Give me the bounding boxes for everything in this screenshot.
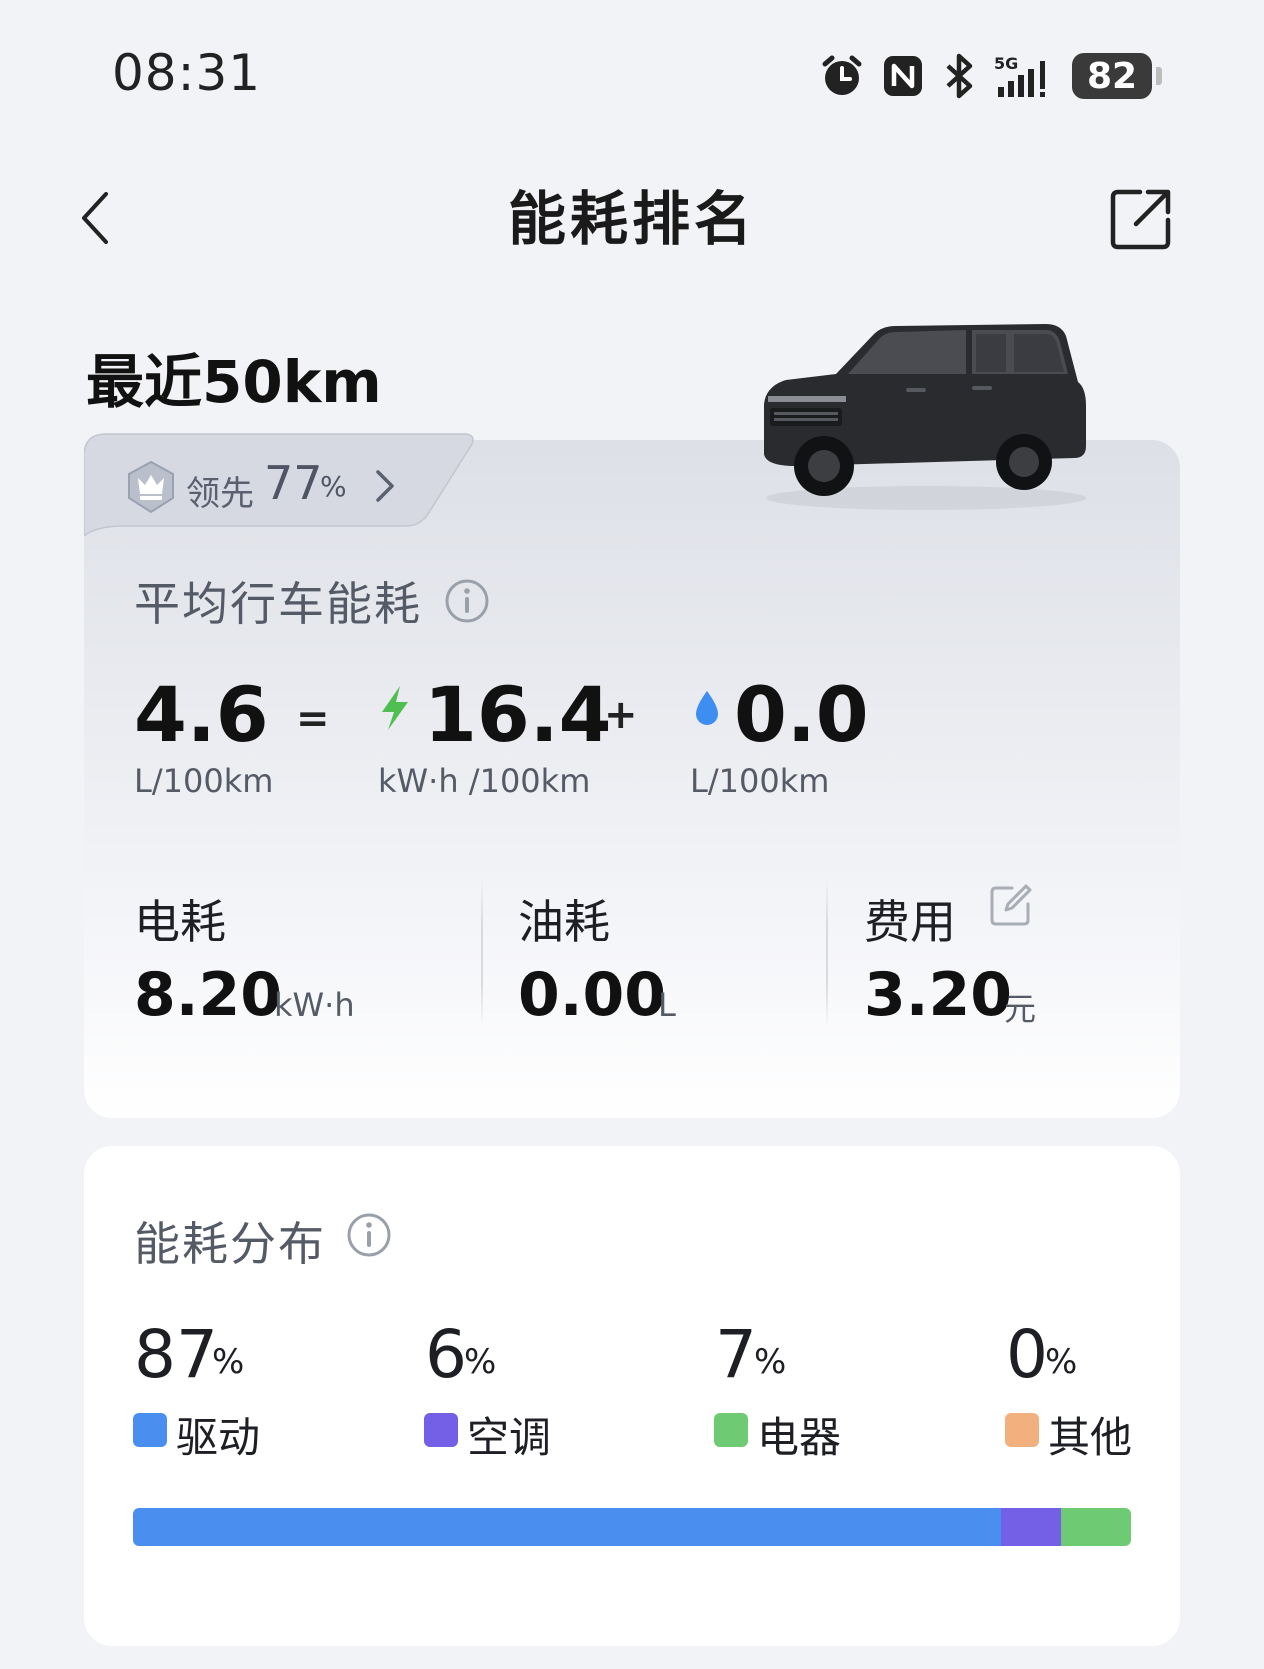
svg-text:5G: 5G: [994, 54, 1018, 73]
ac-percent: 6: [425, 1316, 467, 1393]
distribution-bar: [133, 1508, 1131, 1546]
total-consumption-unit: L/100km: [134, 762, 274, 800]
edit-icon[interactable]: [988, 884, 1032, 928]
rank-unit: %: [320, 470, 347, 503]
plus-sign: +: [604, 692, 638, 738]
share-button[interactable]: [1108, 184, 1176, 252]
ac-label: 空调: [467, 1413, 552, 1462]
status-icons: 5G 82: [820, 48, 1162, 104]
chevron-right-icon: [376, 470, 394, 502]
recent-distance-title: 最近50km: [86, 348, 382, 416]
stat-divider: [481, 878, 483, 1028]
other-percent: 0: [1006, 1316, 1048, 1393]
battery-icon: 82: [1072, 53, 1162, 99]
page-title: 能耗排名: [507, 185, 756, 253]
info-icon[interactable]: [346, 1212, 392, 1258]
drive-percent-sign: %: [212, 1342, 245, 1382]
distribution-title: 能耗分布: [134, 1217, 326, 1271]
car-image: [764, 324, 1086, 510]
rank-badge[interactable]: 领先 77 %: [84, 430, 484, 538]
appliance-label: 电器: [757, 1413, 842, 1462]
rank-label: 领先: [186, 474, 254, 514]
ac-swatch: [424, 1413, 458, 1447]
appliance-percent-sign: %: [754, 1342, 787, 1382]
status-time: 08:31: [112, 44, 262, 102]
alarm-icon: [820, 54, 864, 98]
appliance-percent: 7: [715, 1316, 757, 1393]
cost-unit: 元: [1004, 990, 1037, 1028]
crown-icon: [128, 460, 174, 514]
fuel-unit: L: [658, 986, 676, 1024]
bolt-icon: [382, 686, 408, 730]
other-label: 其他: [1048, 1413, 1133, 1462]
energy-ranking-screen: 08:31 5G 82 能耗排名 最近50km 领先 77 % 平均行车能耗 4…: [0, 0, 1264, 1669]
drive-label: 驱动: [176, 1413, 261, 1462]
equals-sign: =: [296, 696, 330, 742]
electricity-value: 8.20: [134, 960, 283, 1030]
drive-percent: 87: [134, 1316, 218, 1393]
other-swatch: [1005, 1413, 1039, 1447]
ac-percent-sign: %: [464, 1342, 497, 1382]
bluetooth-icon: [942, 53, 976, 99]
rank-value: 77: [264, 456, 323, 510]
avg-consumption-title: 平均行车能耗: [134, 577, 422, 631]
appliance-swatch: [714, 1413, 748, 1447]
share-icon: [1110, 189, 1171, 250]
electricity-label: 电耗: [134, 895, 226, 949]
battery-level: 82: [1086, 55, 1138, 97]
status-bar: 08:31 5G 82: [0, 0, 1264, 150]
other-percent-sign: %: [1045, 1342, 1078, 1382]
signal-5g-icon: 5G: [994, 53, 1054, 99]
appliance-segment: [1061, 1508, 1131, 1546]
cost-label: 费用: [864, 895, 956, 949]
fuel-consumption-value: 0.0: [734, 670, 869, 759]
droplet-icon: [696, 691, 718, 725]
fuel-value: 0.00: [518, 960, 667, 1030]
electric-consumption-value: 16.4: [424, 670, 612, 759]
total-consumption-value: 4.6: [134, 670, 269, 759]
fuel-consumption-unit: L/100km: [690, 762, 830, 800]
nfc-icon: [882, 54, 924, 98]
ac-segment: [1001, 1508, 1062, 1546]
drive-swatch: [133, 1413, 167, 1447]
info-icon[interactable]: [444, 578, 490, 624]
fuel-label: 油耗: [518, 895, 610, 949]
cost-value: 3.20: [864, 960, 1013, 1030]
drive-segment: [133, 1508, 1002, 1546]
stat-divider: [826, 878, 828, 1028]
electric-consumption-unit: kW·h /100km: [378, 762, 591, 800]
electricity-unit: kW·h: [274, 986, 355, 1024]
